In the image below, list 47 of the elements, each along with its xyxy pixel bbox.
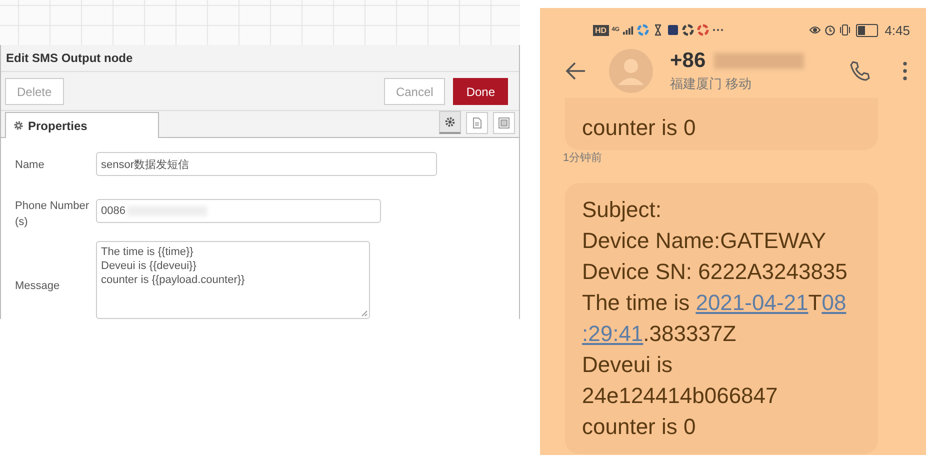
message-text: The time is (582, 289, 691, 317)
field-value: sensor数据发短信 (101, 158, 190, 172)
message-text: .383337Z (643, 320, 736, 348)
panel-title: Edit SMS Output node (1, 45, 519, 72)
field-value: 0086 (101, 205, 126, 217)
signal-icon (622, 25, 634, 35)
icon-tab[interactable] (493, 112, 515, 134)
battery-icon (856, 24, 878, 36)
action-button[interactable]: Done (453, 78, 508, 105)
message-text: counter is 0 (582, 114, 696, 142)
hd-badge: HD (593, 24, 609, 36)
message-text: Device SN: 6222A3243835 (582, 258, 848, 286)
message-field[interactable]: The time is {{time}} Deveui is {{deveui}} counter is {{payload.counter}} (96, 241, 370, 319)
message-text: 24e124414b066847 (582, 382, 778, 410)
alarm-icon (824, 24, 836, 36)
status-time: 4:45 (884, 22, 910, 38)
vibrate-icon (838, 24, 851, 36)
gear-icon (13, 120, 24, 131)
app-icon (636, 24, 649, 36)
message-text: Device Name:GATEWAY (582, 227, 826, 255)
input-field[interactable]: 0086 (96, 199, 381, 223)
app-icon (696, 24, 709, 36)
resize-handle-icon[interactable] (360, 309, 368, 317)
settings-icon (444, 116, 456, 128)
app-icon (682, 24, 694, 36)
eye-icon (808, 24, 821, 36)
message-text: Deveui is (582, 351, 672, 379)
field-label: Message (15, 279, 61, 294)
field-label: Phone Number (s) (15, 199, 90, 230)
app-icon (666, 24, 679, 36)
icon-tab[interactable] (439, 111, 461, 134)
more-menu-icon[interactable] (902, 60, 908, 82)
message-text: T (808, 289, 822, 317)
phone-icon[interactable] (848, 59, 872, 83)
message-text: counter is 0 (582, 413, 696, 441)
input-field[interactable]: sensor数据发短信 (96, 152, 437, 176)
field-value: The time is {{time}} Deveui is {{deveui}} counter is {{payload.counter}} (101, 246, 245, 286)
document-icon (471, 117, 483, 129)
contact-location: 福建厦门 移动 (670, 75, 753, 93)
message-time: 1分钟前 (563, 151, 604, 166)
avatar-icon (609, 49, 653, 93)
icon-tab[interactable] (466, 112, 488, 134)
properties-tab[interactable]: Properties (5, 112, 159, 138)
contact-number: +86 (670, 49, 706, 73)
field-label: Name (15, 158, 46, 173)
frame-icon (498, 117, 510, 129)
message-text: Subject: (582, 196, 662, 224)
